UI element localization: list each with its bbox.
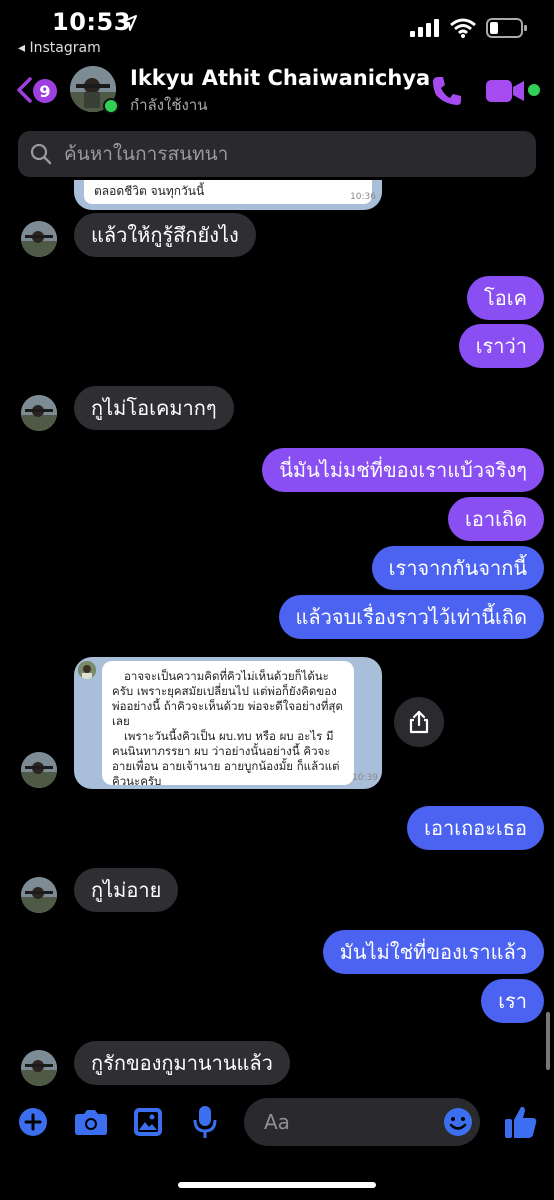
image-message[interactable]: อาจจะเป็นความคิดที่คิวไม่เห็นด้วยก็ได้นะ… [74, 657, 382, 789]
back-to-app-link[interactable]: ◂ Instagram [18, 40, 101, 56]
home-indicator [178, 1182, 376, 1188]
signal-icon [410, 19, 439, 37]
microphone-icon[interactable] [193, 1105, 217, 1139]
share-button[interactable] [394, 697, 444, 747]
outgoing-message[interactable]: มันไม่ใช่ที่ของเราแล้ว [322, 930, 544, 974]
letter-paragraph-1: อาจจะเป็นความคิดที่คิวไม่เห็นด้วยก็ได้นะ… [112, 669, 343, 728]
incoming-message[interactable]: กูไม่อาย [74, 868, 179, 912]
outgoing-message[interactable]: เราจากกันจากนี้ [371, 546, 544, 590]
image-timestamp: 10:39 [352, 773, 378, 783]
plus-icon[interactable] [18, 1107, 48, 1137]
search-input[interactable]: ค้นหาในการสนทนา [18, 131, 536, 177]
avatar[interactable] [21, 877, 57, 913]
location-arrow-icon [121, 15, 137, 31]
incoming-message[interactable]: กูไม่โอเคมากๆ [74, 386, 234, 430]
search-placeholder: ค้นหาในการสนทนา [64, 143, 229, 165]
share-icon [409, 710, 429, 734]
search-icon [30, 143, 52, 165]
outgoing-message[interactable]: แล้วจบเรื่องราวไว้เท่านี้เถิด [278, 595, 544, 639]
message-placeholder: Aa [264, 1110, 290, 1134]
video-online-indicator [528, 84, 540, 96]
outgoing-message[interactable]: เราว่า [458, 324, 544, 368]
emoji-icon[interactable] [443, 1107, 473, 1137]
letter-image: ตลอดชีวิต จนทุกวันนี้ [84, 180, 372, 204]
image-icon[interactable] [133, 1107, 163, 1137]
letter-text: ตลอดชีวิต จนทุกวันนี้ [94, 184, 205, 198]
incoming-message[interactable]: แล้วให้กูรู้สึกยังไง [74, 213, 256, 257]
status-icons [410, 18, 528, 38]
back-app-label: Instagram [29, 40, 101, 56]
avatar[interactable] [21, 1050, 57, 1086]
video-camera-icon[interactable] [486, 78, 524, 104]
phone-icon[interactable] [430, 74, 464, 108]
letter-paragraph-2: เพราะวันนี้งคิวเป็น ผบ.ทบ หรือ ผบ อะไร ม… [112, 729, 340, 788]
image-timestamp: 10:36 [350, 192, 376, 202]
avatar[interactable] [21, 221, 57, 257]
letter-image: อาจจะเป็นความคิดที่คิวไม่เห็นด้วยก็ได้นะ… [102, 661, 354, 788]
battery-icon [486, 18, 527, 38]
online-indicator [103, 98, 119, 114]
sender-thumbnail [78, 661, 96, 679]
incoming-message[interactable]: กูรักของกูมานานแล้ว [74, 1041, 290, 1085]
wifi-icon [450, 18, 476, 38]
outgoing-message[interactable]: เอาเถิด [447, 497, 544, 541]
unread-badge[interactable]: 9 [33, 79, 57, 103]
thumbs-up-icon[interactable] [504, 1104, 538, 1140]
outgoing-message[interactable]: เอาเถอะเธอ [407, 806, 544, 850]
outgoing-message[interactable]: นี่มันไม่มช่ที่ของเราแบ้วจริงๆ [262, 448, 544, 492]
contact-status: กำลังใช้งาน [130, 96, 208, 114]
avatar[interactable] [21, 752, 57, 788]
image-message[interactable]: ตลอดชีวิต จนทุกวันนี้ 10:36 [74, 180, 382, 210]
camera-icon[interactable] [74, 1108, 108, 1136]
outgoing-message[interactable]: โอเค [467, 276, 544, 320]
message-input[interactable]: Aa [244, 1098, 480, 1146]
outgoing-message[interactable]: เรา [481, 979, 544, 1023]
contact-name[interactable]: Ikkyu Athit Chaiwanichya [130, 66, 430, 90]
scrollbar[interactable] [546, 1012, 550, 1070]
avatar[interactable] [21, 395, 57, 431]
